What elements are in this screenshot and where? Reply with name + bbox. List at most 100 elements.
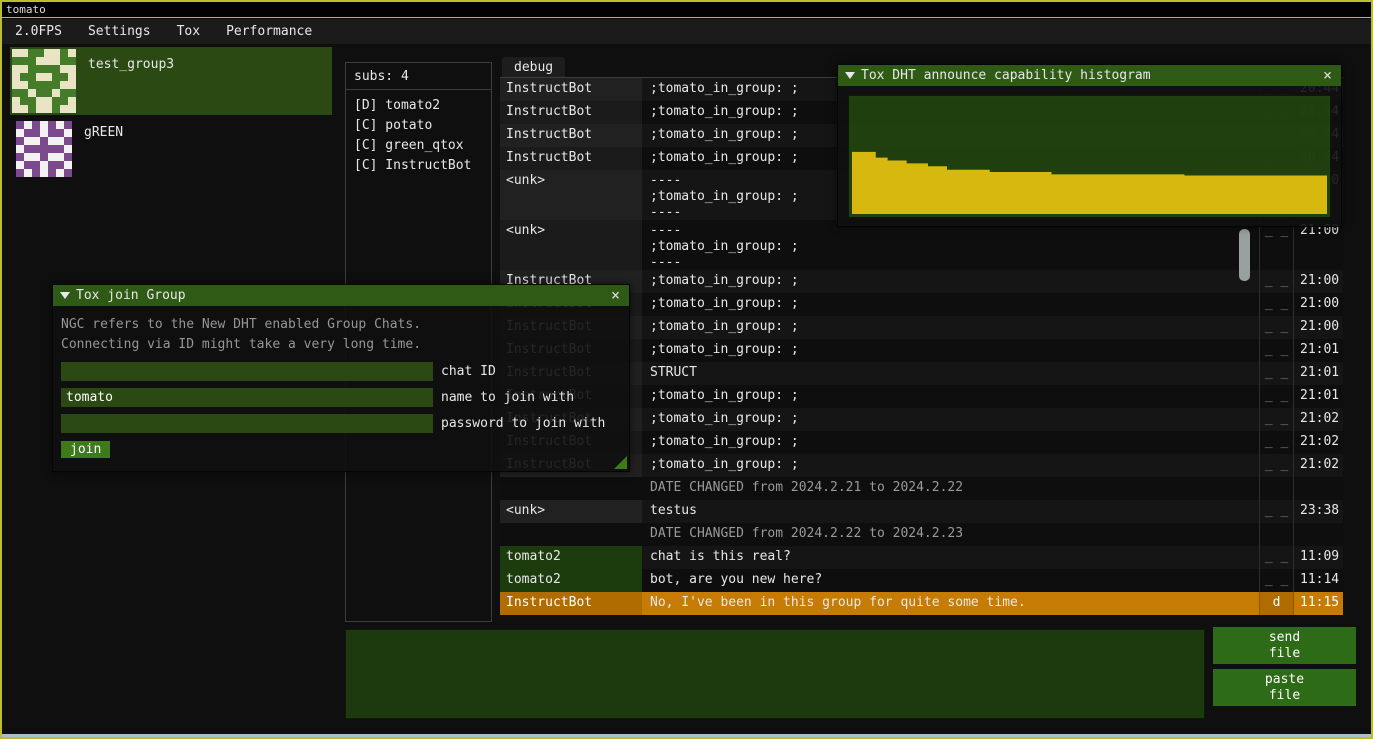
message-text: testus <box>642 500 1259 523</box>
receipt-marks <box>1259 523 1293 546</box>
join-hint-line-1: NGC refers to the New DHT enabled Group … <box>61 315 621 335</box>
chat-id-label: chat ID <box>441 364 496 379</box>
chat-id-input[interactable] <box>61 362 433 381</box>
tab-debug[interactable]: debug <box>502 57 565 77</box>
sender-name: tomato2 <box>500 569 642 592</box>
sender-name: InstructBot <box>500 592 642 615</box>
date-separator-row: DATE CHANGED from 2024.2.21 to 2024.2.22 <box>500 477 1343 500</box>
receipt-marks <box>1259 477 1293 500</box>
chat-message-row[interactable]: tomato2chat is this real?_ _11:09 <box>500 546 1343 569</box>
sender-name: tomato2 <box>500 546 642 569</box>
chat-message-row[interactable]: tomato2bot, are you new here?_ _11:14 <box>500 569 1343 592</box>
receipt-marks: _ _ <box>1259 385 1293 408</box>
subs-list-item[interactable]: [C] green_qtox <box>354 136 483 156</box>
receipt-marks: _ _ <box>1259 220 1293 270</box>
message-input[interactable] <box>345 629 1205 719</box>
date-separator-row: DATE CHANGED from 2024.2.22 to 2024.2.23 <box>500 523 1343 546</box>
message-text: ;tomato_in_group: ; <box>642 316 1259 339</box>
menu-item-performance[interactable]: Performance <box>213 19 325 44</box>
histogram-window-title: Tox DHT announce capability histogram <box>861 68 1151 83</box>
password-to-join-with-input[interactable] <box>61 414 433 433</box>
timestamp: 21:01 <box>1293 385 1343 408</box>
timestamp: 21:02 <box>1293 454 1343 477</box>
timestamp: 21:02 <box>1293 408 1343 431</box>
menu-item-tox[interactable]: Tox <box>164 19 213 44</box>
timestamp <box>1293 477 1343 500</box>
resize-grip-icon[interactable] <box>614 456 627 469</box>
group-item-gREEN[interactable]: gREEN <box>10 119 332 179</box>
join-field-row: chat ID <box>61 362 621 381</box>
join-window-title: Tox join Group <box>76 288 186 303</box>
chat-scrollbar-thumb[interactable] <box>1239 229 1250 281</box>
collapse-icon[interactable] <box>60 292 70 299</box>
titlebar[interactable]: tomato <box>2 2 1371 18</box>
timestamp: 11:09 <box>1293 546 1343 569</box>
message-text: ;tomato_in_group: ; <box>642 293 1259 316</box>
group-name: test_group3 <box>76 49 174 113</box>
group-item-test_group3[interactable]: test_group3 <box>10 47 332 115</box>
receipt-marks: _ _ <box>1259 500 1293 523</box>
sender-name: <unk> <box>500 220 642 270</box>
message-text: DATE CHANGED from 2024.2.22 to 2024.2.23 <box>642 523 1259 546</box>
group-name: gREEN <box>72 121 123 177</box>
collapse-icon[interactable] <box>845 72 855 79</box>
receipt-marks: _ _ <box>1259 408 1293 431</box>
message-text: No, I've been in this group for quite so… <box>642 592 1259 615</box>
receipt-marks: _ _ <box>1259 316 1293 339</box>
window-bottom-edge <box>2 734 1371 737</box>
message-text: ;tomato_in_group: ; <box>642 339 1259 362</box>
timestamp: 21:00 <box>1293 220 1343 270</box>
group-avatar-icon <box>12 49 76 113</box>
sender-name: InstructBot <box>500 124 642 147</box>
timestamp <box>1293 523 1343 546</box>
timestamp: 21:01 <box>1293 362 1343 385</box>
subs-list: [D] tomato2[C] potato[C] green_qtox[C] I… <box>354 96 483 176</box>
message-text: STRUCT <box>642 362 1259 385</box>
paste-file-button[interactable]: paste file <box>1213 669 1356 706</box>
chat-message-row[interactable]: <unk>---- ;tomato_in_group: ; ----_ _21:… <box>500 220 1343 270</box>
timestamp: 23:38 <box>1293 500 1343 523</box>
subs-list-item[interactable]: [D] tomato2 <box>354 96 483 116</box>
subs-list-item[interactable]: [C] InstructBot <box>354 156 483 176</box>
receipt-marks: _ _ <box>1259 339 1293 362</box>
menubar: 2.0FPS SettingsToxPerformance <box>2 19 1371 44</box>
subs-count: subs: 4 <box>354 68 483 86</box>
sender-name: InstructBot <box>500 147 642 170</box>
join-group-window: Tox join Group × NGC refers to the New D… <box>52 284 630 472</box>
message-text: bot, are you new here? <box>642 569 1259 592</box>
timestamp: 11:14 <box>1293 569 1343 592</box>
send-file-button[interactable]: send file <box>1213 627 1356 664</box>
message-text: ;tomato_in_group: ; <box>642 408 1259 431</box>
join-button[interactable]: join <box>61 441 110 458</box>
message-text: ;tomato_in_group: ; <box>642 385 1259 408</box>
close-icon[interactable]: × <box>609 288 622 303</box>
sender-name <box>500 477 642 500</box>
name-to-join-with-input[interactable] <box>61 388 433 407</box>
timestamp: 21:02 <box>1293 431 1343 454</box>
join-window-titlebar[interactable]: Tox join Group × <box>53 285 629 306</box>
receipt-marks: _ _ <box>1259 431 1293 454</box>
sender-name: InstructBot <box>500 101 642 124</box>
subs-list-item[interactable]: [C] potato <box>354 116 483 136</box>
receipt-marks: _ _ <box>1259 454 1293 477</box>
histogram-area <box>852 152 1327 214</box>
close-icon[interactable]: × <box>1321 68 1334 83</box>
histogram-window: Tox DHT announce capability histogram × <box>837 64 1342 227</box>
histogram-window-titlebar[interactable]: Tox DHT announce capability histogram × <box>838 65 1341 86</box>
chat-message-row[interactable]: InstructBotNo, I've been in this group f… <box>500 592 1343 615</box>
chat-message-row[interactable]: <unk>testus_ _23:38 <box>500 500 1343 523</box>
sender-name: <unk> <box>500 500 642 523</box>
histogram-plot-svg <box>852 99 1327 214</box>
app-window: tomato 2.0FPS SettingsToxPerformance tes… <box>0 0 1373 739</box>
fps-counter: 2.0FPS <box>2 19 75 44</box>
separator <box>346 89 491 90</box>
menu-item-settings[interactable]: Settings <box>75 19 164 44</box>
histogram-plot <box>848 95 1331 218</box>
window-title: tomato <box>6 3 46 16</box>
message-text: ;tomato_in_group: ; <box>642 454 1259 477</box>
timestamp: 21:00 <box>1293 293 1343 316</box>
message-text: ;tomato_in_group: ; <box>642 431 1259 454</box>
receipt-marks: _ _ <box>1259 546 1293 569</box>
sender-name: InstructBot <box>500 78 642 101</box>
message-text: ;tomato_in_group: ; <box>642 270 1259 293</box>
